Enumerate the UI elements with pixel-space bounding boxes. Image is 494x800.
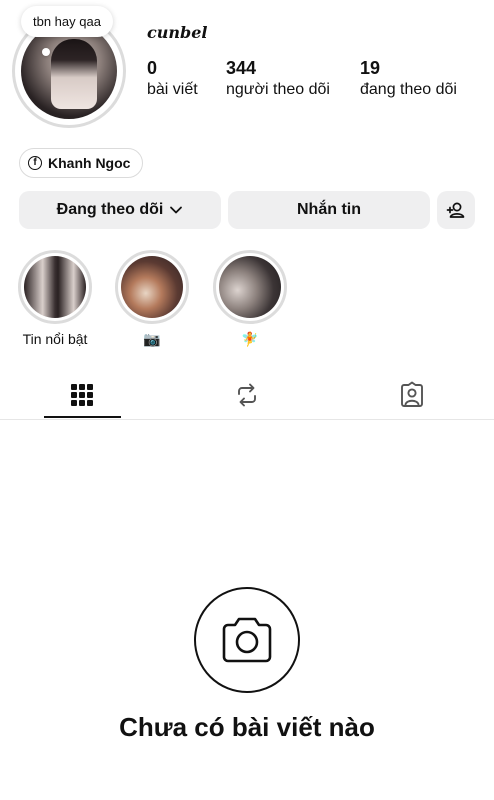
highlight-cover <box>24 256 86 318</box>
stat-followers-label: người theo dõi <box>226 81 330 98</box>
empty-state-title: Chưa có bài viết nào <box>119 712 375 742</box>
stat-posts-label: bài viết <box>147 81 198 98</box>
highlight-ring <box>115 250 189 324</box>
repost-icon <box>238 383 256 407</box>
highlight-ring <box>213 250 287 324</box>
highlight-ring <box>18 250 92 324</box>
highlight-1[interactable] <box>18 250 92 324</box>
following-button-label: Đang theo dõi <box>56 201 164 218</box>
highlight-label: 📷 <box>143 331 161 347</box>
stat-following-label: đang theo dõi <box>360 81 457 98</box>
highlight-label: Tin nổi bật <box>22 331 88 347</box>
stat-following-count: 19 <box>360 58 381 78</box>
grid-icon <box>71 384 93 406</box>
highlight-3[interactable] <box>213 250 287 324</box>
tab-tagged[interactable] <box>330 370 494 420</box>
tagged-person-icon <box>401 381 423 407</box>
empty-state-camera <box>194 587 300 693</box>
chevron-down-icon <box>170 206 183 214</box>
tab-divider <box>0 419 494 420</box>
stat-posts[interactable]: 0 bài viết <box>147 58 198 99</box>
stat-following[interactable]: 19 đang theo dõi <box>360 58 457 99</box>
note-tail <box>42 48 50 56</box>
facebook-link-label: Khanh Ngoc <box>48 155 131 171</box>
username: cunbel <box>147 23 208 42</box>
tab-posts-grid[interactable] <box>0 370 164 420</box>
stat-posts-count: 0 <box>147 58 158 78</box>
highlight-label: 🧚 <box>241 331 259 347</box>
stat-followers-count: 344 <box>226 58 257 78</box>
avatar[interactable] <box>21 23 117 119</box>
facebook-link-chip[interactable]: f Khanh Ngoc <box>19 148 144 178</box>
highlight-2[interactable] <box>115 250 189 324</box>
add-person-icon <box>446 202 465 218</box>
stat-followers[interactable]: 344 người theo dõi <box>226 58 330 99</box>
camera-icon <box>222 617 272 663</box>
message-button-label: Nhắn tin <box>297 201 361 218</box>
facebook-icon: f <box>28 156 42 170</box>
highlight-cover <box>121 256 183 318</box>
note-bubble[interactable]: tbn hay qaa <box>21 6 113 37</box>
following-button[interactable]: Đang theo dõi <box>19 191 221 229</box>
active-tab-indicator <box>44 416 121 418</box>
highlight-cover <box>219 256 281 318</box>
suggest-people-button[interactable] <box>437 191 475 229</box>
tab-reposts[interactable] <box>165 370 329 420</box>
message-button[interactable]: Nhắn tin <box>228 191 430 229</box>
